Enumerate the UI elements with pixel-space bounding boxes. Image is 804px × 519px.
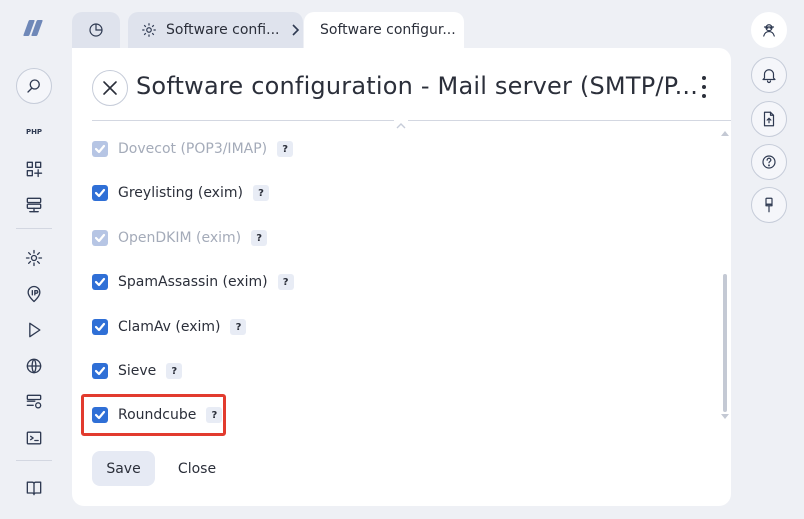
help-circle-button[interactable] xyxy=(751,144,787,180)
option-label: Sieve xyxy=(118,363,157,379)
rail-divider xyxy=(16,228,52,229)
brush-button[interactable] xyxy=(751,187,787,223)
left-rail: PHP xyxy=(0,0,68,519)
ip-icon[interactable] xyxy=(22,282,46,306)
option-label: Greylisting (exim) xyxy=(118,185,243,201)
option-spamassassin[interactable]: SpamAssassin (exim) ? xyxy=(92,270,294,294)
option-sieve[interactable]: Sieve ? xyxy=(92,359,183,383)
more-menu-button[interactable] xyxy=(700,76,708,98)
tab-label: Software confi... xyxy=(166,22,280,38)
php-icon[interactable]: PHP xyxy=(22,120,46,144)
php-label: PHP xyxy=(25,128,43,136)
close-panel-button[interactable] xyxy=(92,70,128,106)
pie-chart-icon xyxy=(89,23,103,37)
server-icon[interactable] xyxy=(22,193,46,217)
help-button[interactable]: ? xyxy=(277,274,294,290)
option-label: SpamAssassin (exim) xyxy=(118,274,268,290)
avatar-icon xyxy=(763,24,775,37)
upload-file-button[interactable] xyxy=(751,101,787,137)
option-clamav[interactable]: ClamAv (exim) ? xyxy=(92,315,247,339)
page-title: Software configuration - Mail server (SM… xyxy=(136,72,699,100)
close-icon xyxy=(103,81,117,95)
checkbox-spamassassin[interactable] xyxy=(92,274,108,290)
option-label: OpenDKIM (exim) xyxy=(118,230,242,246)
tab-software-config-mail[interactable]: Software configur... xyxy=(304,12,464,48)
collapse-header-button[interactable] xyxy=(394,114,408,129)
rail-divider xyxy=(16,460,52,461)
search-button[interactable] xyxy=(16,68,52,104)
bell-icon xyxy=(762,69,776,84)
gear-icon[interactable] xyxy=(22,246,46,270)
close-button[interactable]: Close xyxy=(166,451,228,486)
scroll-down-arrow[interactable] xyxy=(721,414,729,420)
upload-file-icon xyxy=(763,111,775,127)
help-button[interactable]: ? xyxy=(230,319,247,335)
chevron-up-icon xyxy=(396,123,406,129)
apps-add-icon[interactable] xyxy=(22,157,46,181)
search-icon xyxy=(27,79,40,93)
tab-label: Software configur... xyxy=(320,22,456,38)
config-panel: Software configuration - Mail server (SM… xyxy=(72,48,731,506)
user-avatar-button[interactable] xyxy=(751,12,787,48)
option-greylisting[interactable]: Greylisting (exim) ? xyxy=(92,181,269,205)
help-button[interactable]: ? xyxy=(251,230,268,246)
chevron-right-icon xyxy=(292,24,300,36)
terminal-icon[interactable] xyxy=(22,426,46,450)
kebab-dot xyxy=(702,94,706,98)
brush-icon xyxy=(765,197,773,213)
checkbox-greylisting[interactable] xyxy=(92,185,108,201)
highlight-box xyxy=(81,394,226,436)
globe-icon[interactable] xyxy=(22,354,46,378)
gear-icon xyxy=(142,23,156,37)
option-opendkim[interactable]: OpenDKIM (exim) ? xyxy=(92,226,268,250)
option-label: Dovecot (POP3/IMAP) xyxy=(118,141,268,157)
scroll-up-arrow[interactable] xyxy=(721,130,729,136)
help-button[interactable]: ? xyxy=(252,185,269,201)
logo-icon[interactable] xyxy=(23,20,43,36)
option-dovecot[interactable]: Dovecot (POP3/IMAP) ? xyxy=(92,137,294,161)
help-circle-icon xyxy=(762,155,776,169)
checkbox-sieve[interactable] xyxy=(92,363,108,379)
tab-dashboard[interactable] xyxy=(72,12,120,48)
help-button[interactable]: ? xyxy=(277,141,294,157)
play-icon[interactable] xyxy=(22,318,46,342)
header-divider xyxy=(92,120,731,121)
help-button[interactable]: ? xyxy=(166,363,183,379)
scrollbar-thumb[interactable] xyxy=(723,274,727,412)
save-button[interactable]: Save xyxy=(92,451,155,486)
kebab-dot xyxy=(702,76,706,80)
tab-software-config-list[interactable]: Software confi... xyxy=(128,12,303,48)
notifications-button[interactable] xyxy=(751,57,787,93)
checkbox-clamav[interactable] xyxy=(92,319,108,335)
server-settings-icon[interactable] xyxy=(22,390,46,414)
book-icon[interactable] xyxy=(22,476,46,500)
checkbox-opendkim[interactable] xyxy=(92,230,108,246)
option-label: ClamAv (exim) xyxy=(118,319,221,335)
checkbox-dovecot[interactable] xyxy=(92,141,108,157)
kebab-dot xyxy=(702,85,706,89)
